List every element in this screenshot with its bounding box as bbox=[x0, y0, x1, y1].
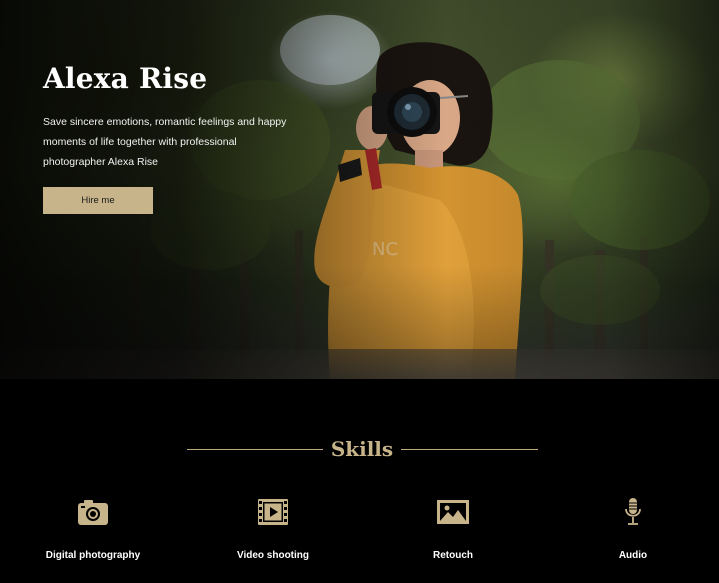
image-icon bbox=[437, 500, 469, 524]
skills-section: Skills Digital photography Video shootin… bbox=[0, 379, 719, 583]
skill-label: Retouch bbox=[433, 550, 473, 561]
skill-item-video-shooting: Video shooting bbox=[193, 497, 353, 561]
skills-title: Skills bbox=[330, 437, 394, 461]
skills-heading: Skills bbox=[0, 434, 719, 464]
skill-label: Video shooting bbox=[236, 550, 310, 561]
hero-content: Alexa Rise Save sincere emotions, romant… bbox=[43, 60, 303, 214]
skill-item-retouch: Retouch bbox=[373, 497, 533, 561]
hire-me-button[interactable]: Hire me bbox=[43, 187, 153, 214]
skill-label: Audio bbox=[618, 550, 648, 561]
skill-item-audio: Audio bbox=[553, 497, 713, 561]
skill-label: Digital photography bbox=[45, 550, 141, 561]
page: NC Alexa Rise Save sincere emotions, rom… bbox=[0, 0, 719, 583]
microphone-icon bbox=[625, 498, 641, 525]
hero-description: Save sincere emotions, romantic feelings… bbox=[43, 116, 287, 168]
camera-icon bbox=[78, 500, 108, 525]
heading-divider-right bbox=[401, 449, 538, 450]
film-play-icon bbox=[258, 499, 288, 525]
hero-section: NC Alexa Rise Save sincere emotions, rom… bbox=[0, 0, 719, 379]
heading-divider-left bbox=[187, 449, 323, 450]
hero-title: Alexa Rise bbox=[43, 62, 208, 95]
skill-item-digital-photography: Digital photography bbox=[13, 497, 173, 561]
